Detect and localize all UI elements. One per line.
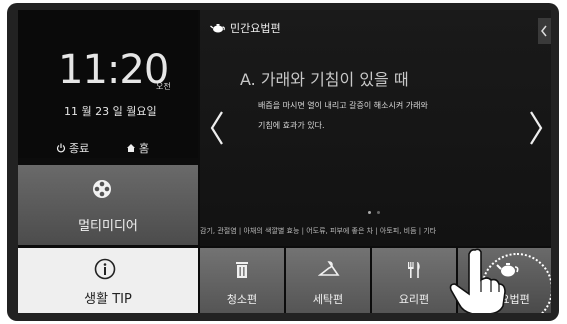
content-panel: 민간요법편 A. 가래와 기침이 있을 때 배즙을 마시면 열이 내리고 갈증이… (200, 10, 551, 246)
page-dot (377, 211, 380, 214)
clock-panel: 11:20 오전 11 월 23 일 월요일 종료 홈 (18, 10, 198, 158)
clock-ampm: 오전 (156, 82, 171, 91)
tab-label: 청소편 (226, 293, 258, 306)
multimedia-label: 멀티미디어 (78, 219, 138, 234)
tip-body-line: 배즙을 마시면 열이 내리고 갈증이 해소시켜 가래와 (258, 101, 428, 110)
power-icon (56, 143, 66, 153)
info-icon (94, 258, 116, 280)
teapot-icon (210, 24, 225, 33)
tip-body-line: 기침에 효과가 있다. (258, 121, 325, 130)
screen: 11:20 오전 11 월 23 일 월요일 종료 홈 멀티미디어 생활 TIP… (18, 10, 551, 313)
multimedia-button[interactable]: 멀티미디어 (18, 165, 198, 245)
tip-body: 배즙을 마시면 열이 내리고 갈증이 해소시켜 가래와 기침에 효과가 있다. (258, 96, 506, 136)
page-dot (368, 211, 371, 214)
tip-label: 생활 TIP (84, 292, 132, 307)
tab-cleaning[interactable]: 청소편 (200, 248, 284, 313)
tip-button[interactable]: 생활 TIP (18, 248, 198, 313)
tab-laundry[interactable]: 세탁편 (286, 248, 370, 313)
section-title: 민간요법편 (230, 22, 281, 35)
section-header: 민간요법편 (210, 20, 281, 36)
utensils-icon (408, 262, 420, 278)
tab-label: 요리편 (398, 293, 430, 306)
home-icon (127, 144, 135, 152)
page-indicator (368, 211, 380, 214)
collapse-button[interactable] (538, 18, 551, 44)
trash-icon (236, 262, 248, 278)
clock-date: 11 월 23 일 월요일 (64, 105, 157, 118)
topic-ticker[interactable]: 감기, 관절염 | 아채의 색깔별 효능 | 어도류, 피부에 좋은 차 | 아… (200, 224, 551, 239)
home-label: 홈 (139, 142, 150, 155)
tab-label: 세탁편 (312, 293, 344, 306)
tip-heading: A. 가래와 기침이 있을 때 (240, 70, 409, 89)
clock-time: 11:20 (58, 47, 169, 93)
hanger-icon (318, 261, 340, 276)
previous-arrow-icon[interactable] (206, 106, 228, 150)
power-button[interactable]: 종료 (56, 140, 89, 156)
film-reel-icon (93, 180, 111, 198)
home-button[interactable]: 홈 (126, 140, 149, 156)
power-label: 종료 (69, 142, 90, 155)
pointing-hand-icon (449, 248, 506, 313)
next-arrow-icon[interactable] (525, 106, 547, 150)
tab-cooking[interactable]: 요리편 (372, 248, 456, 313)
chevron-left-icon (541, 25, 547, 37)
